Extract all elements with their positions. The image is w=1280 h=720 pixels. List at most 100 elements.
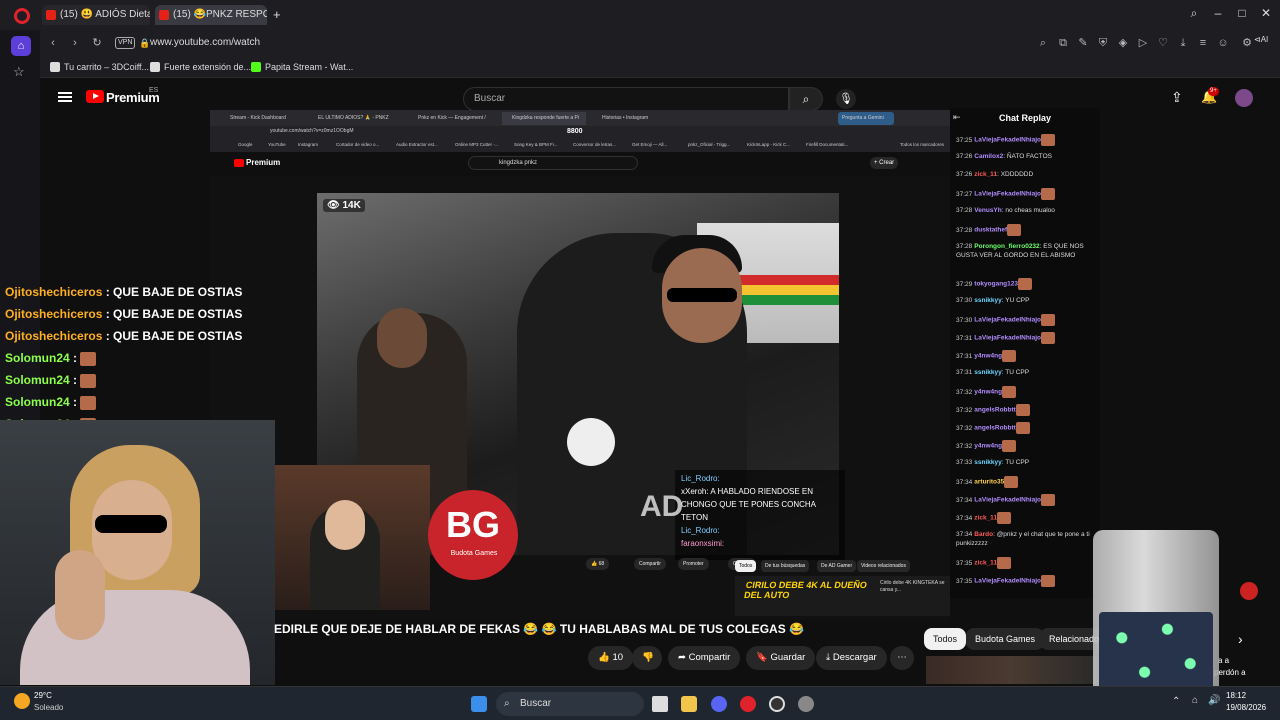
bookmark-item[interactable]: Fuerte extensión de... [150, 60, 251, 74]
chat-author[interactable]: y4nw4ng [974, 389, 1002, 396]
chip-channel[interactable]: Budota Games [966, 628, 1045, 650]
captured-create: + Crear [870, 157, 899, 169]
stream-chat-author: Solomun24 [5, 373, 70, 387]
search-icon[interactable]: ⌕ [789, 87, 823, 111]
opera-logo-icon[interactable] [14, 8, 30, 24]
search-input[interactable]: Buscar [463, 87, 789, 111]
chat-author[interactable]: ssnikkyy [974, 297, 1001, 304]
task-view-icon[interactable] [652, 696, 668, 712]
home-icon[interactable]: ⌂ [11, 36, 31, 56]
chat-message: 37:26 zick_11: XDDDDDD [956, 170, 1096, 179]
video-player[interactable]: Stream - Kick Dashboard EL ULTIMO ADIOS?… [210, 110, 950, 620]
chat-author[interactable]: y4nw4ng [974, 443, 1002, 450]
opera-icon[interactable] [740, 696, 756, 712]
chat-timestamp: 37:34 [956, 531, 973, 538]
reload-icon[interactable]: ↻ [90, 36, 104, 50]
recommended-thumbnail[interactable] [926, 656, 1096, 684]
chat-author[interactable]: angelsRobbtt [974, 407, 1016, 414]
clock-date[interactable]: 19/08/2026 [1226, 703, 1266, 712]
discord-icon[interactable] [711, 696, 727, 712]
upload-icon[interactable]: ⇪ [1171, 89, 1183, 106]
like-button[interactable]: 👍 10 [588, 646, 634, 670]
chat-timestamp: 37:34 [956, 478, 973, 486]
chat-author[interactable]: zick_11 [974, 515, 997, 522]
chip-all[interactable]: Todos [924, 628, 967, 650]
adblock-icon[interactable]: ⛨ [1096, 36, 1110, 50]
profile-icon[interactable]: ☺ [1216, 36, 1230, 50]
heart-icon[interactable]: ♡ [1156, 36, 1170, 50]
chat-author[interactable]: LaViejaFekadelNhiajo [974, 335, 1041, 342]
download-icon[interactable]: ⤓ [1176, 36, 1190, 50]
stream-chat-text: QUE BAJE DE OSTIAS [113, 285, 243, 299]
chat-author[interactable]: angelsRobbtt [974, 425, 1016, 432]
chat-author[interactable]: zick_11 [974, 171, 997, 178]
snapshot-icon[interactable]: ⧉ [1056, 36, 1070, 50]
weather-desc: Soleado [34, 703, 64, 712]
download-button[interactable]: ⤓ Descargar [816, 646, 887, 670]
chat-text: YU CPP [1005, 297, 1030, 304]
chat-author[interactable]: LaViejaFekadelNhiajo [974, 497, 1041, 504]
address-field[interactable]: www.youtube.com/watch [150, 33, 670, 53]
zoom-icon[interactable]: ⌕ [1036, 36, 1050, 50]
chat-timestamp: 37:31 [956, 334, 973, 342]
close-window-icon[interactable]: ✕ [1256, 6, 1276, 20]
bookmark-item[interactable]: Papita Stream - Wat... [251, 60, 353, 74]
chat-author[interactable]: dusktathef [974, 227, 1007, 234]
network-icon[interactable]: ⌂ [1192, 695, 1198, 706]
chat-author[interactable]: Camilox2 [974, 153, 1003, 160]
chat-author[interactable]: arturito35 [974, 479, 1004, 486]
hamburger-menu-icon[interactable] [58, 92, 72, 102]
chat-author[interactable]: tokyogang123 [974, 281, 1018, 288]
chat-author[interactable]: VenusYh [974, 207, 1001, 214]
voice-search-icon[interactable]: 🎙 [836, 89, 856, 109]
chips-next-icon[interactable]: › [1238, 631, 1243, 647]
extensions-icon[interactable]: ⚙ [1240, 36, 1254, 50]
dislike-button[interactable]: 👎 [632, 646, 662, 670]
browser-tab-1[interactable]: (15) 😃 ADIÓS Dietalis ¡FE [42, 5, 150, 25]
chat-author[interactable]: ssnikkyy [974, 369, 1001, 376]
bookmark-item[interactable]: Tu carrito – 3DCoiff... [50, 60, 149, 74]
save-button[interactable]: 🔖 Guardar [746, 646, 816, 670]
weather-temp[interactable]: 29°C [34, 691, 52, 700]
captured-promote: Promoter [678, 558, 709, 570]
play-icon[interactable]: ▷ [1136, 36, 1150, 50]
clock-time[interactable]: 18:12 [1226, 691, 1246, 700]
start-icon[interactable] [471, 696, 487, 712]
tab-search-icon[interactable]: ⌕ [1184, 6, 1204, 21]
more-actions-icon[interactable]: ⋯ [890, 646, 914, 670]
weather-icon[interactable] [14, 693, 30, 709]
share-button[interactable]: ➦ Compartir [668, 646, 741, 670]
new-tab-button[interactable]: + [273, 7, 281, 22]
menu-icon[interactable]: ≡ [1196, 36, 1210, 50]
obs-icon[interactable] [769, 696, 785, 712]
settings-icon[interactable] [798, 696, 814, 712]
chat-author[interactable]: y4nw4ng [974, 353, 1002, 360]
taskbar-search[interactable]: ⌕ Buscar [496, 692, 644, 716]
maximize-icon[interactable]: □ [1232, 6, 1252, 20]
forward-icon[interactable]: › [68, 36, 82, 50]
tray-chevron-icon[interactable]: ⌃ [1172, 696, 1180, 707]
share-label: Compartir [688, 652, 731, 663]
chat-author[interactable]: LaViejaFekadelNhiajo [974, 191, 1041, 198]
file-explorer-icon[interactable] [681, 696, 697, 712]
vpn-badge[interactable]: VPN [115, 37, 136, 49]
chat-author[interactable]: LaViejaFekadelNhiajo [974, 317, 1041, 324]
chat-author[interactable]: LaViejaFekadelNhiajo [974, 578, 1041, 585]
browser-tab-2-active[interactable]: (15) 😂PNKZ RESPON [155, 5, 267, 25]
chat-author[interactable]: LaViejaFekadelNhiajo [974, 137, 1041, 144]
chat-author[interactable]: ssnikkyy [974, 459, 1001, 466]
youtube-logo-icon[interactable] [86, 90, 104, 103]
volume-icon[interactable]: 🔊 [1208, 695, 1220, 706]
minimize-icon[interactable]: – [1208, 6, 1228, 20]
pinboard-icon[interactable]: ☆ [13, 64, 25, 80]
chat-author[interactable]: Bardo [974, 531, 993, 538]
chat-text: TU CPP [1005, 369, 1030, 376]
recommended-text: a a [1218, 656, 1230, 665]
shield-icon[interactable]: ◈ [1116, 36, 1130, 50]
avatar[interactable] [1235, 89, 1253, 107]
chat-author[interactable]: Porongon_fierro0232 [974, 243, 1039, 250]
back-icon[interactable]: ‹ [46, 36, 60, 50]
chat-author[interactable]: zick_11 [974, 560, 997, 567]
ai-button[interactable]: ⊲AI [1254, 35, 1268, 44]
edit-icon[interactable]: ✎ [1076, 36, 1090, 50]
